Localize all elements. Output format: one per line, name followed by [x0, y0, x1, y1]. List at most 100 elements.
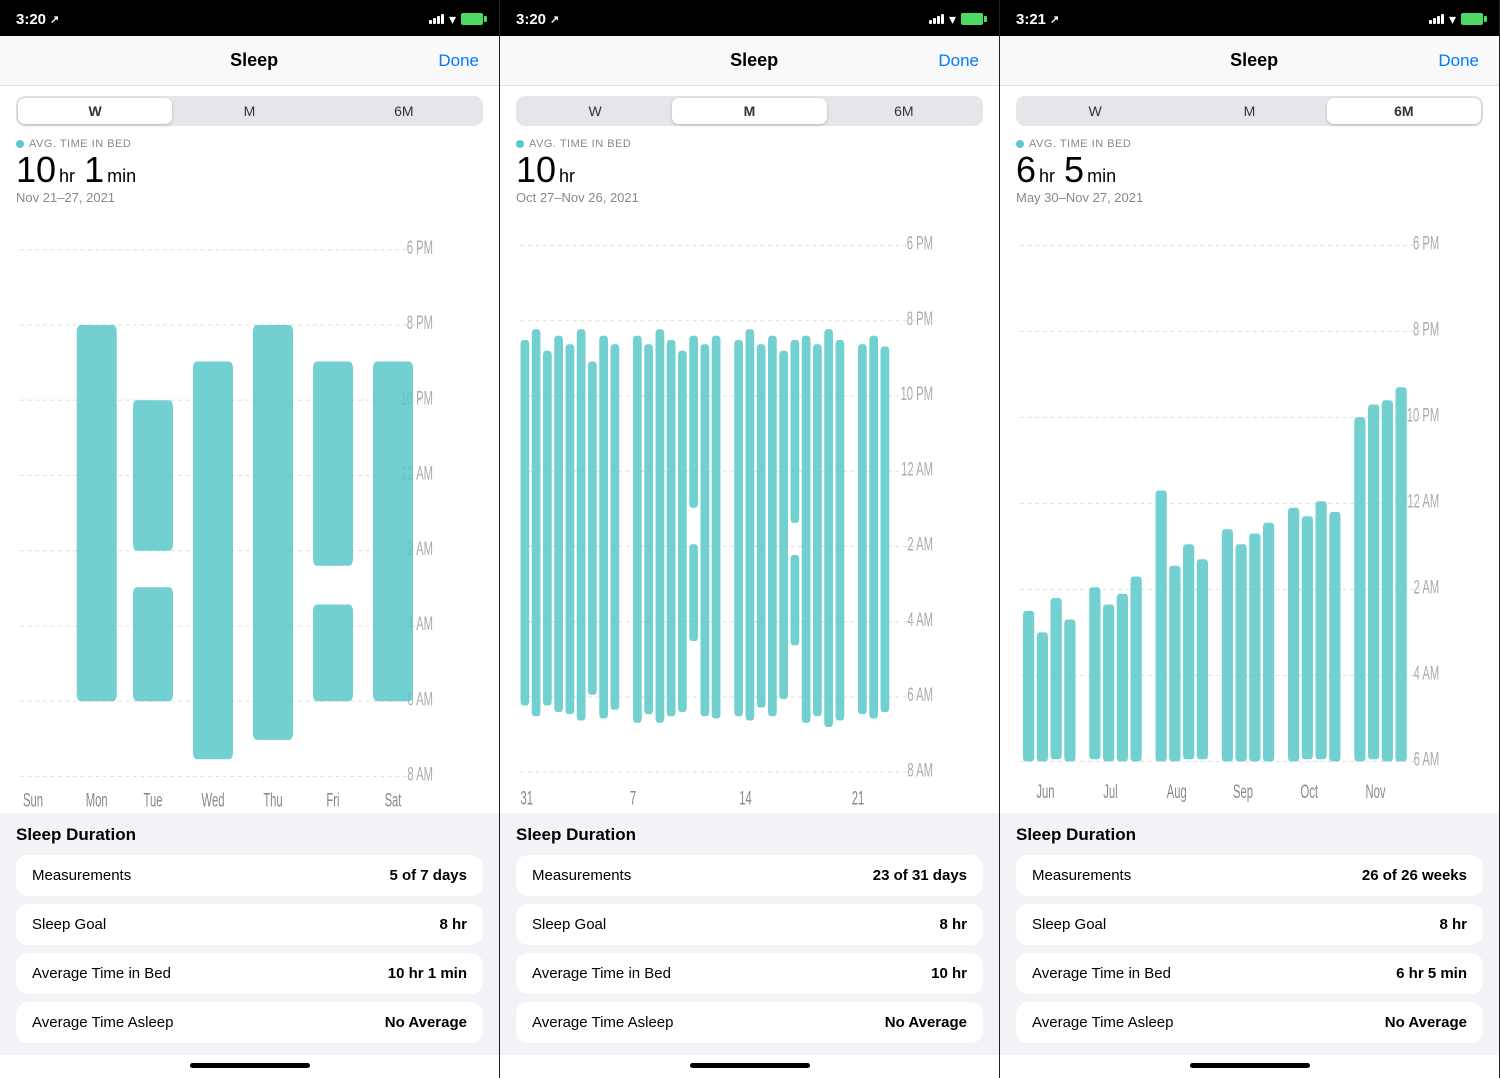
- segment-month-3[interactable]: M: [1172, 98, 1326, 124]
- chart-area-1: 6 PM 8 PM 10 PM 12 AM 2 AM 4 AM 6 AM 8 A…: [0, 211, 499, 813]
- stat-card-timeinbed-3: Average Time in Bed 6 hr 5 min: [1016, 953, 1483, 994]
- date-range-1: Nov 21–27, 2021: [16, 190, 483, 205]
- status-bar-1: 3:20 ↗ ▾: [0, 0, 499, 36]
- segment-6m-2[interactable]: 6M: [827, 98, 981, 124]
- svg-text:7: 7: [630, 789, 636, 810]
- nav-bar-1: Sleep Done: [0, 36, 499, 86]
- done-button-3[interactable]: Done: [1438, 51, 1479, 71]
- sleep-duration-3: Sleep Duration Measurements 26 of 26 wee…: [1000, 813, 1499, 1055]
- done-button-1[interactable]: Done: [438, 51, 479, 71]
- svg-text:10 PM: 10 PM: [901, 384, 933, 405]
- chart-svg-3: 6 PM 8 PM 10 PM 12 AM 2 AM 4 AM 6 AM: [1008, 211, 1483, 813]
- sleep-duration-1: Sleep Duration Measurements 5 of 7 days …: [0, 813, 499, 1055]
- svg-text:4 AM: 4 AM: [1414, 664, 1440, 685]
- signal-icon-1: [429, 14, 444, 24]
- segment-week-1[interactable]: W: [18, 98, 172, 124]
- svg-text:Tue: Tue: [144, 791, 163, 812]
- svg-text:Nov: Nov: [1366, 782, 1386, 803]
- avg-dot-1: [16, 140, 24, 148]
- battery-icon-1: [461, 13, 483, 25]
- svg-text:10 PM: 10 PM: [1407, 406, 1439, 427]
- stat-card-timeasleep-2: Average Time Asleep No Average: [516, 1002, 983, 1043]
- sleep-duration-title-3: Sleep Duration: [1016, 825, 1483, 845]
- nav-bar-3: Sleep Done: [1000, 36, 1499, 86]
- segment-month-2[interactable]: M: [672, 98, 826, 124]
- home-bar-3: [1190, 1063, 1310, 1068]
- svg-text:6 PM: 6 PM: [907, 234, 933, 255]
- svg-text:6 PM: 6 PM: [1413, 234, 1439, 255]
- status-bar-2: 3:20 ↗ ▾: [500, 0, 999, 36]
- avg-label-2: AVG. TIME IN BED: [516, 138, 983, 150]
- status-time-1: 3:20 ↗: [16, 11, 59, 28]
- status-time-2: 3:20 ↗: [516, 11, 559, 28]
- date-range-2: Oct 27–Nov 26, 2021: [516, 190, 983, 205]
- svg-text:Wed: Wed: [202, 791, 225, 812]
- svg-text:31: 31: [520, 789, 533, 810]
- panel-6month: 3:21 ↗ ▾ Sleep Done W M 6M AVG. TIME IN …: [1000, 0, 1500, 1078]
- sleep-duration-2: Sleep Duration Measurements 23 of 31 day…: [500, 813, 999, 1055]
- svg-text:Aug: Aug: [1167, 782, 1187, 803]
- wifi-icon-3: ▾: [1449, 11, 1456, 28]
- panel-week: 3:20 ↗ ▾ Sleep Done W M 6M AVG. TIME IN …: [0, 0, 500, 1078]
- svg-text:Sat: Sat: [385, 791, 402, 812]
- big-stat-1: 10 hr 1 min: [16, 152, 483, 188]
- date-range-3: May 30–Nov 27, 2021: [1016, 190, 1483, 205]
- big-stat-3: 6 hr 5 min: [1016, 152, 1483, 188]
- svg-text:2 AM: 2 AM: [1414, 578, 1440, 599]
- svg-text:Sun: Sun: [23, 791, 43, 812]
- svg-text:Oct: Oct: [1301, 782, 1319, 803]
- svg-text:8 PM: 8 PM: [407, 313, 433, 334]
- segment-week-2[interactable]: W: [518, 98, 672, 124]
- stat-card-measurements-3: Measurements 26 of 26 weeks: [1016, 855, 1483, 896]
- status-time-3: 3:21 ↗: [1016, 11, 1059, 28]
- svg-text:14: 14: [739, 789, 752, 810]
- stat-card-timeasleep-3: Average Time Asleep No Average: [1016, 1002, 1483, 1043]
- segment-month-1[interactable]: M: [172, 98, 326, 124]
- chart-svg-2: 6 PM 8 PM 10 PM 12 AM 2 AM 4 AM 6 AM 8 A…: [508, 211, 983, 813]
- svg-text:Sep: Sep: [1233, 782, 1253, 803]
- stats-area-2: AVG. TIME IN BED 10 hr Oct 27–Nov 26, 20…: [500, 134, 999, 211]
- svg-text:6 AM: 6 AM: [907, 685, 933, 706]
- chart-svg-1: 6 PM 8 PM 10 PM 12 AM 2 AM 4 AM 6 AM 8 A…: [8, 211, 483, 813]
- home-bar-2: [690, 1063, 810, 1068]
- svg-text:Jul: Jul: [1103, 782, 1117, 803]
- wifi-icon-2: ▾: [949, 11, 956, 28]
- segment-6m-3[interactable]: 6M: [1327, 98, 1481, 124]
- stats-area-1: AVG. TIME IN BED 10 hr 1 min Nov 21–27, …: [0, 134, 499, 211]
- status-bar-3: 3:21 ↗ ▾: [1000, 0, 1499, 36]
- stats-area-3: AVG. TIME IN BED 6 hr 5 min May 30–Nov 2…: [1000, 134, 1499, 211]
- segment-control-1: W M 6M: [16, 96, 483, 126]
- avg-dot-3: [1016, 140, 1024, 148]
- segment-6m-1[interactable]: 6M: [327, 98, 481, 124]
- nav-title-2: Sleep: [730, 50, 778, 71]
- stat-card-goal-3: Sleep Goal 8 hr: [1016, 904, 1483, 945]
- stat-card-timeinbed-1: Average Time in Bed 10 hr 1 min: [16, 953, 483, 994]
- svg-text:8 AM: 8 AM: [907, 761, 933, 782]
- svg-text:Thu: Thu: [263, 791, 282, 812]
- stat-card-goal-1: Sleep Goal 8 hr: [16, 904, 483, 945]
- big-stat-2: 10 hr: [516, 152, 983, 188]
- svg-text:8 PM: 8 PM: [1413, 320, 1439, 341]
- signal-icon-2: [929, 14, 944, 24]
- sleep-duration-title-1: Sleep Duration: [16, 825, 483, 845]
- done-button-2[interactable]: Done: [938, 51, 979, 71]
- status-icons-2: ▾: [929, 11, 983, 28]
- svg-text:8 PM: 8 PM: [907, 309, 933, 330]
- svg-text:Fri: Fri: [326, 791, 339, 812]
- battery-icon-3: [1461, 13, 1483, 25]
- stat-card-timeinbed-2: Average Time in Bed 10 hr: [516, 953, 983, 994]
- stat-card-goal-2: Sleep Goal 8 hr: [516, 904, 983, 945]
- signal-icon-3: [1429, 14, 1444, 24]
- sleep-duration-title-2: Sleep Duration: [516, 825, 983, 845]
- segment-control-2: W M 6M: [516, 96, 983, 126]
- segment-control-3: W M 6M: [1016, 96, 1483, 126]
- nav-bar-2: Sleep Done: [500, 36, 999, 86]
- wifi-icon-1: ▾: [449, 11, 456, 28]
- home-bar-1: [190, 1063, 310, 1068]
- segment-week-3[interactable]: W: [1018, 98, 1172, 124]
- avg-dot-2: [516, 140, 524, 148]
- chart-area-3: 6 PM 8 PM 10 PM 12 AM 2 AM 4 AM 6 AM: [1000, 211, 1499, 813]
- home-indicator-2: [500, 1055, 999, 1078]
- chart-area-2: 6 PM 8 PM 10 PM 12 AM 2 AM 4 AM 6 AM 8 A…: [500, 211, 999, 813]
- battery-icon-2: [961, 13, 983, 25]
